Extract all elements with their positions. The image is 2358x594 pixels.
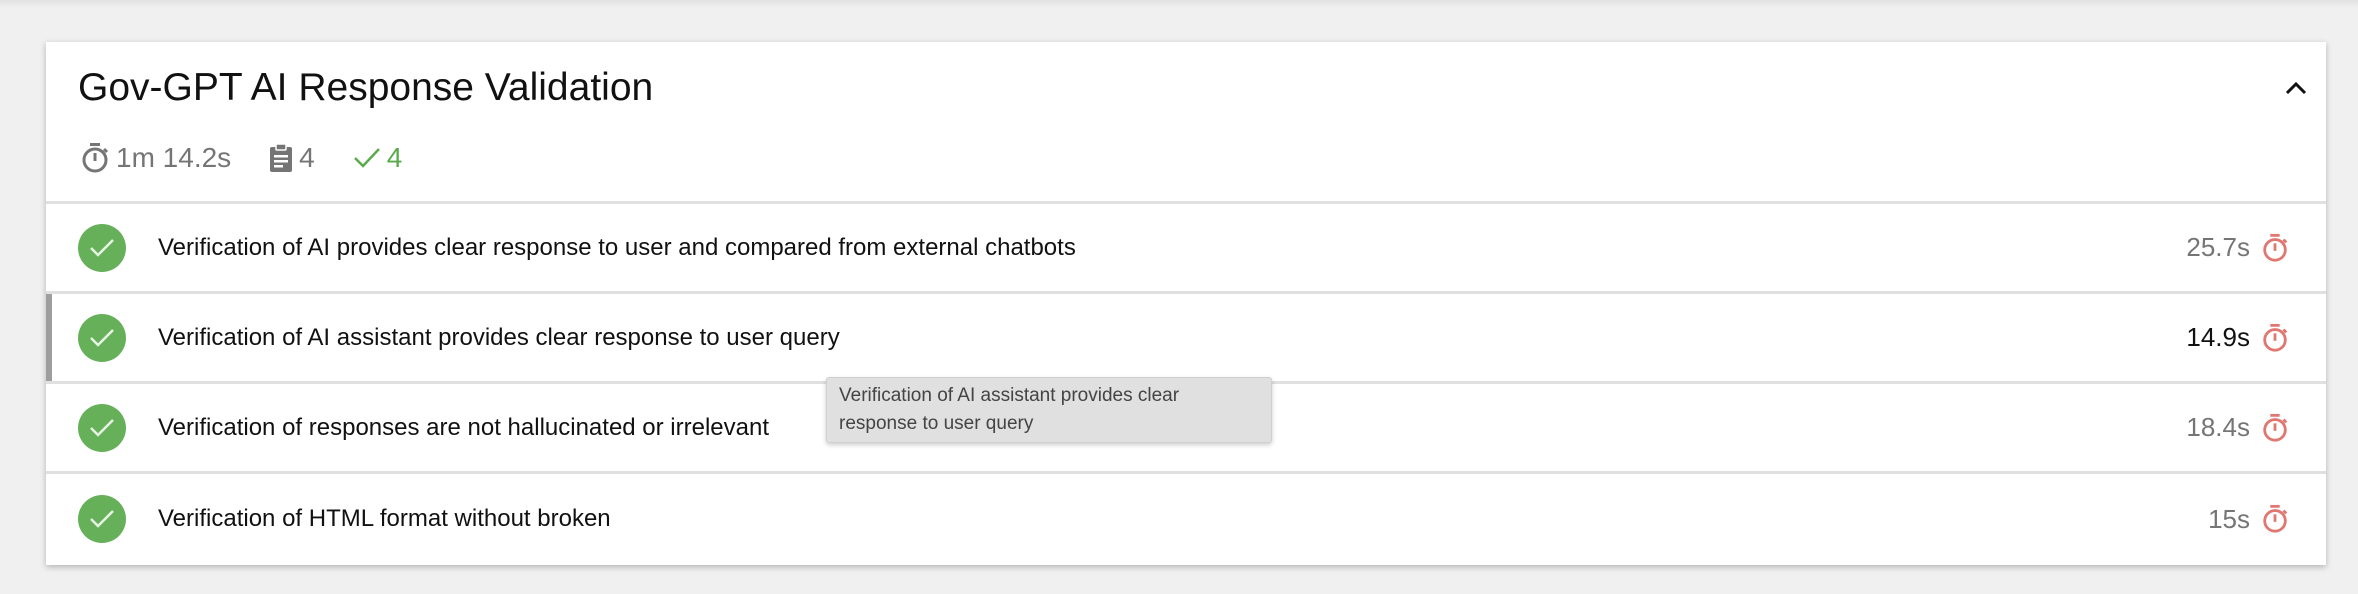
timer-icon xyxy=(2263,413,2288,442)
page-top-shade xyxy=(0,0,2358,8)
timer-icon xyxy=(2263,233,2288,262)
test-label: Verification of responses are not halluc… xyxy=(158,413,770,441)
timer-icon xyxy=(2263,504,2288,533)
chevron-up-icon xyxy=(2285,81,2307,95)
test-row[interactable]: Verification of AI provides clear respon… xyxy=(46,204,2326,294)
test-label: Verification of AI provides clear respon… xyxy=(158,233,1076,261)
tooltip: Verification of AI assistant provides cl… xyxy=(826,377,1272,443)
check-icon xyxy=(353,148,380,168)
passed-check-icon xyxy=(78,403,126,452)
stopwatch-icon xyxy=(82,143,109,173)
clipboard-icon xyxy=(270,143,293,172)
collapse-button[interactable] xyxy=(2276,68,2316,108)
suite-passed-value: 4 xyxy=(386,142,403,173)
test-duration: 14.9s xyxy=(2186,322,2250,352)
suite-duration: 1m 14.2s xyxy=(80,142,231,174)
suite-header[interactable]: Gov-GPT AI Response Validation 1m 14.2s … xyxy=(46,42,2326,204)
suite-title: Gov-GPT AI Response Validation xyxy=(78,66,654,109)
timer-icon xyxy=(2263,323,2288,352)
suite-meta: 1m 14.2s 4 4 xyxy=(80,142,440,174)
suite-passed: 4 xyxy=(353,142,403,174)
test-duration: 18.4s xyxy=(2186,412,2250,442)
test-duration: 25.7s xyxy=(2186,232,2250,262)
suite-total-value: 4 xyxy=(299,142,315,173)
test-row[interactable]: Verification of AI assistant provides cl… xyxy=(46,294,2326,384)
test-duration: 15s xyxy=(2208,503,2250,534)
passed-check-icon xyxy=(78,495,126,543)
suite-total: 4 xyxy=(269,142,315,174)
passed-check-icon xyxy=(78,313,126,362)
test-row[interactable]: Verification of HTML format without brok… xyxy=(46,474,2326,564)
test-label: Verification of AI assistant provides cl… xyxy=(158,323,840,351)
suite-duration-value: 1m 14.2s xyxy=(116,142,232,173)
test-suite-card: Gov-GPT AI Response Validation 1m 14.2s … xyxy=(46,42,2326,565)
test-label: Verification of HTML format without brok… xyxy=(158,505,611,532)
passed-check-icon xyxy=(78,223,126,272)
